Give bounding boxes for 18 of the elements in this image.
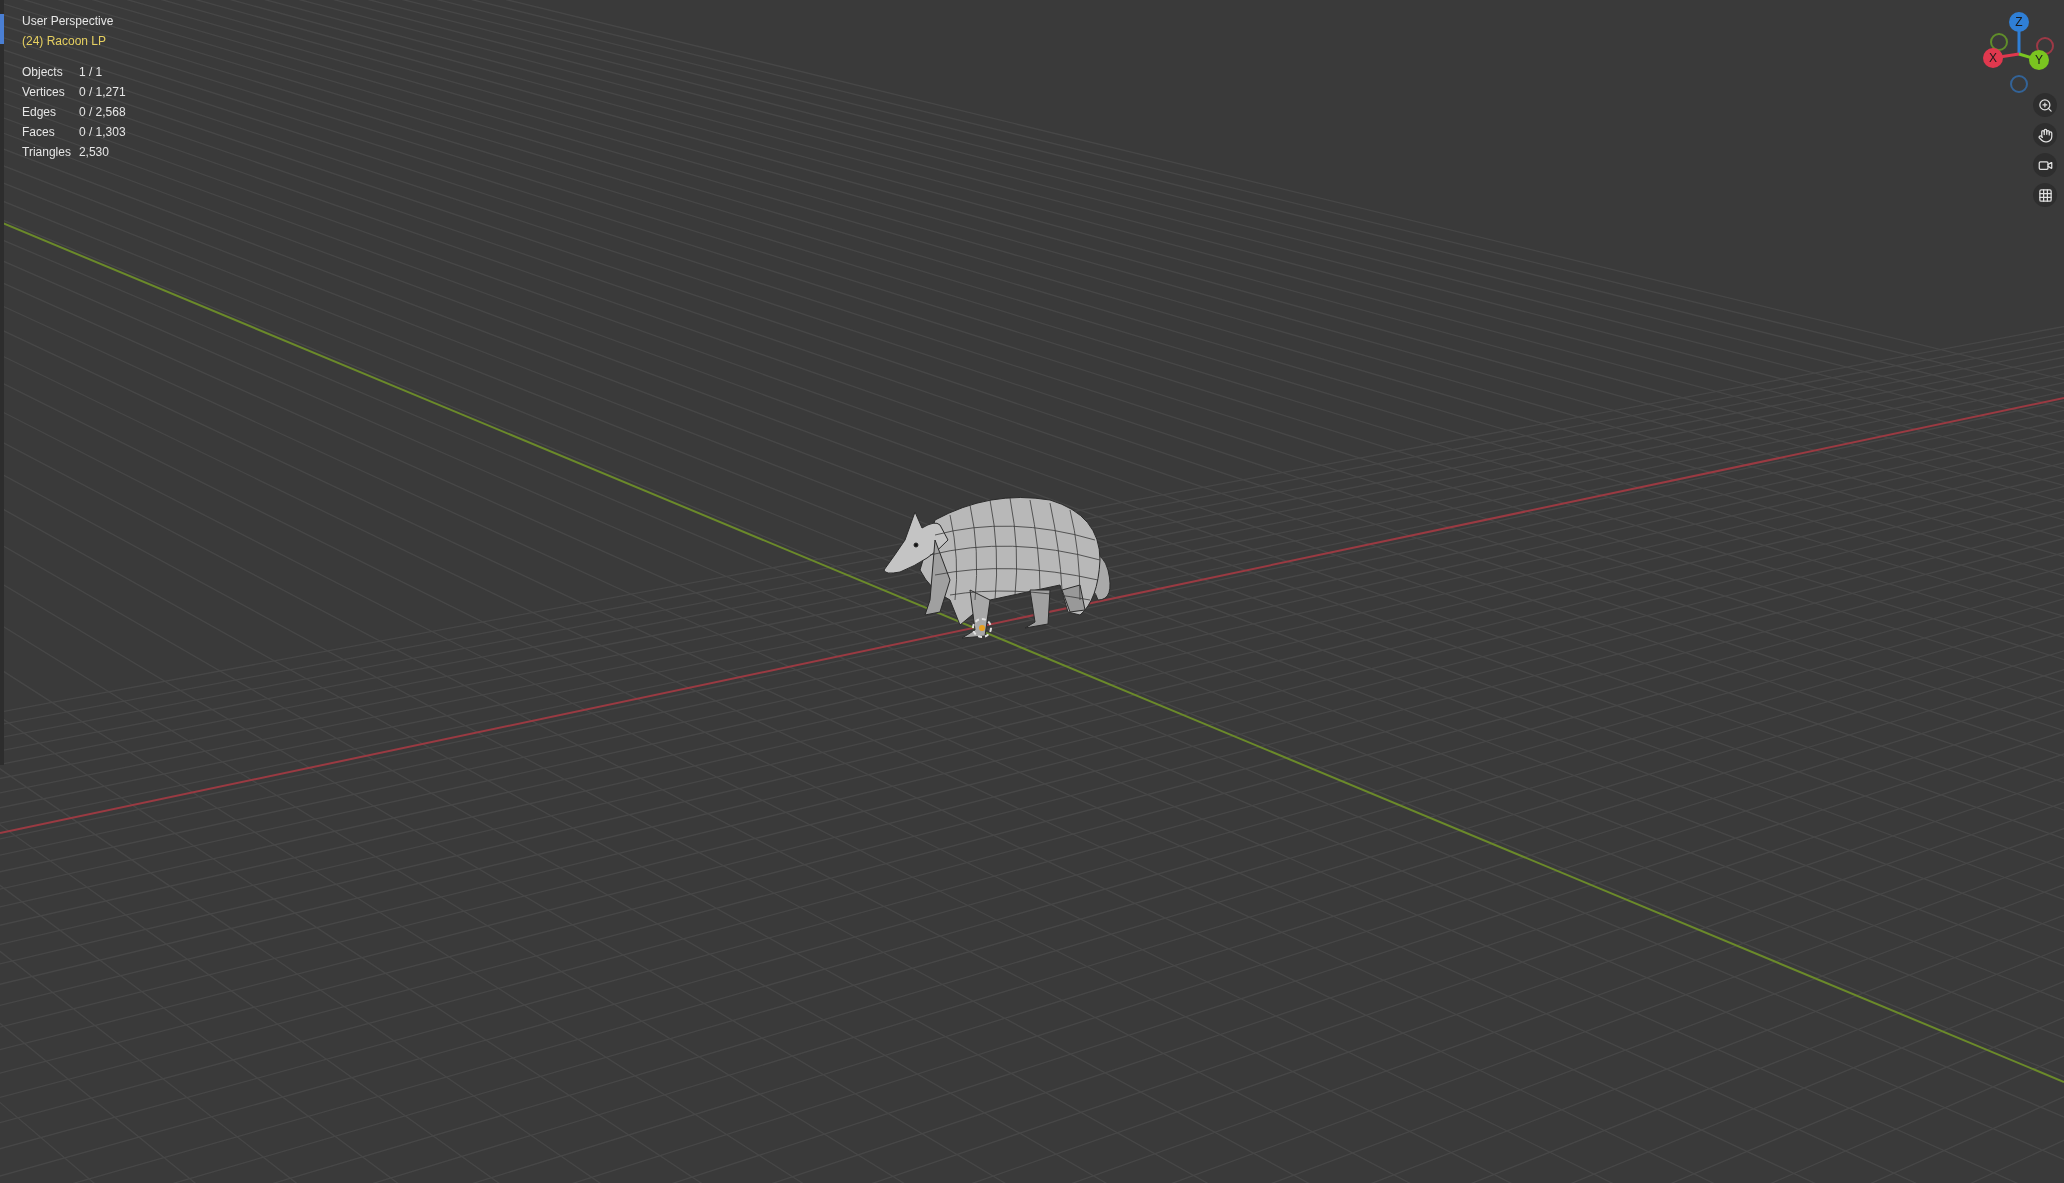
hand-icon[interactable]	[2033, 123, 2057, 147]
view-name: User Perspective	[22, 13, 115, 30]
stat-value: 2,530	[78, 144, 110, 161]
stat-label: Vertices	[22, 84, 66, 101]
active-object-name: (24) Racoon LP	[22, 33, 108, 50]
stat-value: 0 / 1,271	[78, 84, 126, 101]
camera-icon[interactable]	[2033, 153, 2057, 177]
stat-label: Objects	[22, 64, 64, 81]
3d-cursor-icon	[972, 618, 992, 638]
stat-value: 1 / 1	[78, 64, 104, 81]
zoom-icon[interactable]	[2033, 93, 2057, 117]
grid-icon[interactable]	[2033, 183, 2057, 207]
stat-value: 0 / 2,568	[78, 104, 126, 121]
stat-value: 0 / 1,303	[78, 124, 126, 141]
stat-label: Faces	[22, 124, 56, 141]
negative-axis-circle[interactable]	[1990, 33, 2008, 51]
stat-label: Edges	[22, 104, 58, 121]
stat-label: Triangles	[22, 144, 71, 161]
